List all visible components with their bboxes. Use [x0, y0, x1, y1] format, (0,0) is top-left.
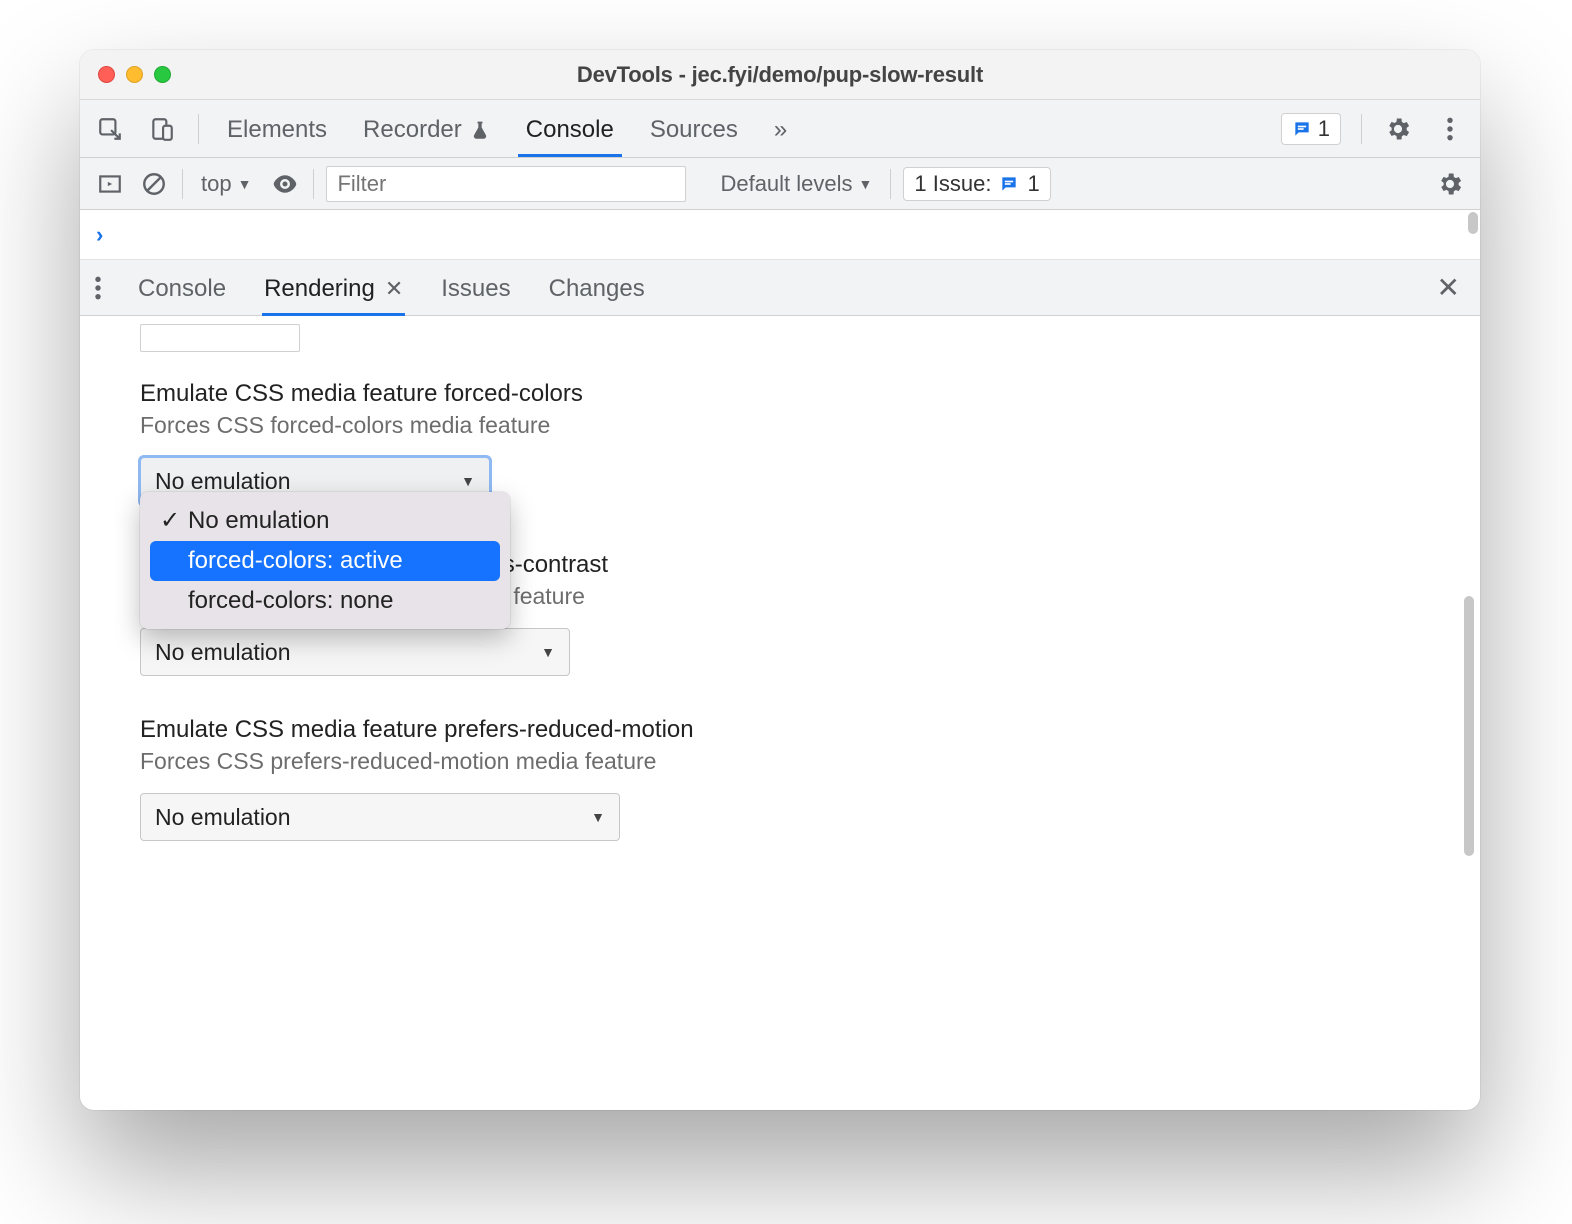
window-title: DevTools - jec.fyi/demo/pup-slow-result [80, 62, 1480, 88]
drawer-tab-rendering[interactable]: Rendering ✕ [262, 261, 405, 315]
filter-input[interactable] [326, 166, 686, 202]
console-prompt-row[interactable]: › [80, 210, 1480, 260]
sidebar-toggle-icon[interactable] [94, 168, 126, 200]
rendering-pane: Emulate CSS media feature forced-colors … [80, 316, 1480, 1110]
chevron-down-icon: ▼ [859, 176, 873, 192]
dropdown-value: No emulation [155, 804, 291, 831]
divider [198, 114, 199, 144]
section-title: e prefers-contrast [420, 551, 1456, 579]
section-prefers-reduced-motion: Emulate CSS media feature prefers-reduce… [140, 716, 1456, 841]
chat-icon [1292, 119, 1312, 139]
prefers-contrast-dropdown[interactable]: No emulation ▼ [140, 628, 570, 676]
drawer-tab-issues[interactable]: Issues [439, 261, 512, 315]
tab-console[interactable]: Console [518, 102, 622, 156]
prompt-caret-icon: › [96, 222, 103, 248]
dropdown-value: No emulation [155, 468, 291, 495]
scrollbar-thumb[interactable] [1464, 596, 1474, 856]
section-forced-colors: Emulate CSS media feature forced-colors … [140, 380, 1456, 505]
divider [1361, 114, 1362, 144]
section-subtitle: Forces CSS forced-colors media feature [140, 412, 1456, 439]
clear-console-icon[interactable] [138, 168, 170, 200]
console-settings-gear-icon[interactable] [1434, 168, 1466, 200]
section-subtitle: Forces CSS prefers-reduced-motion media … [140, 748, 1456, 775]
divider [313, 169, 314, 199]
console-toolbar: top ▼ Default levels ▼ 1 Issue: 1 [80, 158, 1480, 210]
check-icon: ✓ [160, 506, 180, 535]
tab-more[interactable]: » [766, 102, 795, 156]
levels-selector[interactable]: Default levels ▼ [714, 169, 878, 199]
chevron-down-icon: ▼ [541, 644, 555, 660]
divider [182, 169, 183, 199]
context-selector[interactable]: top ▼ [195, 169, 257, 199]
settings-gear-icon[interactable] [1382, 113, 1414, 145]
kebab-icon[interactable] [1434, 113, 1466, 145]
drawer-close-icon[interactable]: ✕ [1437, 271, 1466, 304]
section-title: Emulate CSS media feature forced-colors [140, 380, 1456, 408]
tab-recorder[interactable]: Recorder [355, 102, 498, 156]
menu-item-label: forced-colors: none [188, 587, 393, 615]
drawer-kebab-icon[interactable] [94, 275, 102, 301]
issues-box[interactable]: 1 Issue: 1 [903, 167, 1050, 201]
context-value: top [201, 171, 232, 197]
tab-recorder-label: Recorder [363, 116, 462, 144]
devtools-window: DevTools - jec.fyi/demo/pup-slow-result … [80, 50, 1480, 1110]
drawer-tab-changes[interactable]: Changes [547, 261, 647, 315]
menu-item-forced-colors-none[interactable]: forced-colors: none [150, 581, 500, 621]
section-title: Emulate CSS media feature prefers-reduce… [140, 716, 1456, 744]
live-expression-icon[interactable] [269, 168, 301, 200]
scrollbar-thumb[interactable] [1468, 212, 1478, 234]
top-issue-pill[interactable]: 1 [1281, 113, 1341, 145]
drawer-tab-console[interactable]: Console [136, 261, 228, 315]
inspect-icon[interactable] [94, 113, 126, 145]
levels-value: Default levels [720, 171, 852, 197]
titlebar: DevTools - jec.fyi/demo/pup-slow-result [80, 50, 1480, 100]
menu-item-no-emulation[interactable]: ✓ No emulation [150, 500, 500, 541]
chevron-down-icon: ▼ [238, 176, 252, 192]
close-icon[interactable]: ✕ [385, 276, 403, 302]
menu-item-label: forced-colors: active [188, 547, 403, 575]
drawer-tab-rendering-label: Rendering [264, 275, 375, 303]
forced-colors-options-menu: ✓ No emulation forced-colors: active for… [140, 492, 510, 629]
chevron-down-icon: ▼ [591, 809, 605, 825]
flask-icon [470, 119, 490, 141]
divider [890, 169, 891, 199]
menu-item-forced-colors-active[interactable]: forced-colors: active [150, 541, 500, 581]
tab-elements[interactable]: Elements [219, 102, 335, 156]
prev-section-cutoff [140, 324, 300, 352]
device-toggle-icon[interactable] [146, 113, 178, 145]
prefers-reduced-motion-dropdown[interactable]: No emulation ▼ [140, 793, 620, 841]
chevron-down-icon: ▼ [461, 473, 475, 489]
menu-item-label: No emulation [188, 507, 329, 535]
section-subtitle: st media feature [420, 583, 1456, 610]
drawer-tabbar: Console Rendering ✕ Issues Changes ✕ [80, 260, 1480, 316]
issues-label: 1 Issue: [914, 171, 991, 197]
tab-sources[interactable]: Sources [642, 102, 746, 156]
dropdown-value: No emulation [155, 639, 291, 666]
chat-icon [999, 174, 1019, 194]
top-issue-count: 1 [1318, 116, 1330, 142]
issues-count: 1 [1027, 171, 1039, 197]
top-tabbar: Elements Recorder Console Sources » 1 [80, 100, 1480, 158]
